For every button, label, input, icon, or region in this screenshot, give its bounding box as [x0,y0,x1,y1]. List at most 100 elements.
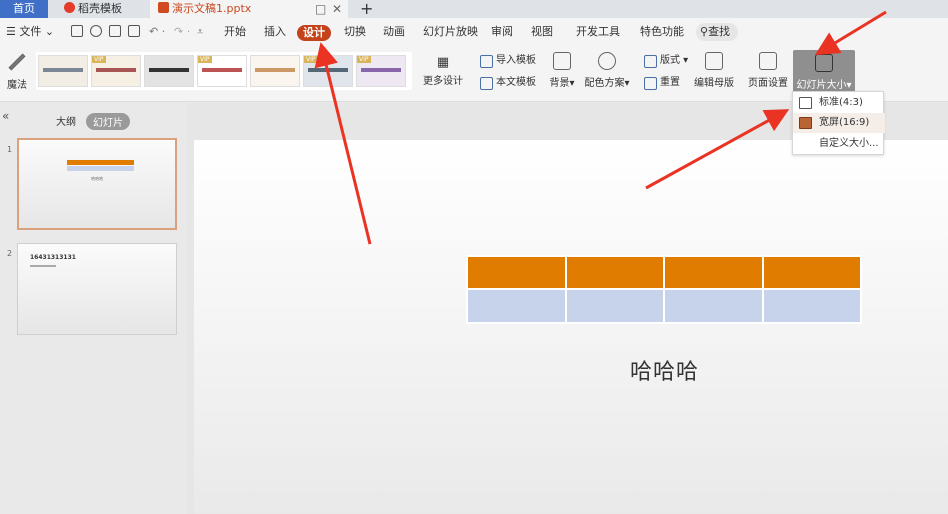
slide-editing-canvas: 哈哈哈 [186,103,948,514]
document-tab-bar: 首页 稻壳模板 演示文稿1.pptx □ ✕ + [0,0,948,18]
design-thumb[interactable] [38,55,88,87]
page-setup-button[interactable]: 页面设置 [746,52,790,89]
widescreen-16-9-option[interactable]: 宽屏(16:9) [793,113,885,133]
page-setup-icon [759,52,777,70]
slide-number: 1 [7,145,13,154]
slide-size-label: 幻灯片大小 [796,80,847,91]
slide-table[interactable] [466,255,862,324]
grid-icon: ▦ [436,55,450,70]
menu-features[interactable]: 特色功能 [640,24,684,40]
menu-animation[interactable]: 动画 [383,24,405,40]
thumb-table-header [67,160,134,165]
design-thumb[interactable] [144,55,194,87]
format-painter-icon[interactable] [90,25,102,37]
color-scheme-icon [598,52,616,70]
undo-icon[interactable]: ↶ · [149,24,165,40]
table-cell[interactable] [466,255,567,290]
menu-start[interactable]: 开始 [224,24,246,40]
table-cell[interactable] [663,255,764,290]
tab-document-label: 演示文稿1.pptx [172,2,252,15]
design-thumb[interactable]: VIP [197,55,247,87]
save-icon[interactable] [71,25,83,37]
close-tab-icon[interactable]: ✕ [332,0,342,18]
design-thumb[interactable]: VIP [356,55,406,87]
reset-button[interactable]: 重置 [644,75,680,91]
search-icon: ⚲ [700,25,709,38]
custom-size-option[interactable]: 自定义大小... [793,134,885,154]
design-thumb[interactable] [250,55,300,87]
widescreen-ratio-icon [799,117,812,129]
new-tab-icon[interactable]: + [360,0,373,18]
table-cell[interactable] [466,288,567,324]
background-label: 背景 [549,78,570,89]
slide-thumbnail-panel: « 大纲 幻灯片 1 哈哈哈 2 16431313131 [0,103,186,514]
background-button[interactable]: 背景▾ [546,52,578,89]
slide-size-icon [815,54,833,72]
magic-wand-icon [8,53,26,71]
magic-button[interactable]: 魔法 [4,52,30,91]
tab-home[interactable]: 首页 [0,0,48,18]
thumb-title: 16431313131 [30,254,76,261]
edit-master-button[interactable]: 编辑母版 [692,52,736,89]
presentation-file-icon [158,2,169,13]
menu-design[interactable]: 设计 [297,25,331,41]
file-menu-label: 文件 [19,25,42,38]
slide-size-button[interactable]: 幻灯片大小▾ [793,50,855,94]
table-cell[interactable] [663,288,764,324]
standard-4-3-option[interactable]: 标准(4:3) [793,93,885,113]
edit-master-label: 编辑母版 [694,78,734,89]
this-template-button[interactable]: 本文模板 [480,75,536,91]
menu-transition[interactable]: 切换 [344,24,366,40]
menu-bar: ☰ 文件 ⌄ ↶ · ↷ · ⩡ 开始 插入 设计 切换 动画 幻灯片放映 审阅… [0,18,948,46]
slide-text-box[interactable]: 哈哈哈 [630,354,699,386]
widescreen-option-label: 宽屏(16:9) [819,117,870,128]
tab-template[interactable]: 稻壳模板 [58,0,146,18]
customize-toolbar-icon[interactable]: ⩡ [197,24,203,40]
more-design-button[interactable]: ▦ 更多设计 [421,55,465,88]
thumb-caption: 哈哈哈 [91,176,103,181]
slide-thumbnail-2[interactable]: 16431313131 [17,243,177,335]
template-logo-icon [64,2,75,13]
color-scheme-button[interactable]: 配色方案▾ [582,52,632,89]
tab-outline[interactable]: 大纲 [56,113,76,128]
design-template-gallery: VIP VIP VIP VIP [36,52,412,90]
layout-label: 版式 [660,55,680,66]
magic-label: 魔法 [7,80,27,91]
menu-slideshow[interactable]: 幻灯片放映 [423,24,478,40]
more-design-label: 更多设计 [423,76,463,87]
slide-thumbnail-1[interactable]: 哈哈哈 [17,138,177,230]
page-setup-label: 页面设置 [748,78,788,89]
print-preview-icon[interactable] [128,25,140,37]
thumb-table-row [67,166,134,171]
tab-template-label: 稻壳模板 [78,2,122,15]
design-thumb[interactable]: VIP [91,55,141,87]
layout-button[interactable]: 版式 ▾ [644,53,688,69]
table-cell[interactable] [564,288,665,324]
import-template-button[interactable]: 导入模板 [480,53,536,69]
menu-view[interactable]: 视图 [531,24,553,40]
search-label: 查找 [708,25,731,38]
table-cell[interactable] [761,288,862,324]
standard-option-label: 标准(4:3) [819,97,863,108]
search-box[interactable]: ⚲查找 [696,23,738,41]
current-slide[interactable]: 哈哈哈 [194,140,948,514]
menu-developer[interactable]: 开发工具 [576,24,620,40]
thumb-body-line [30,265,56,267]
color-scheme-label: 配色方案 [584,78,625,89]
tab-slides[interactable]: 幻灯片 [86,113,130,130]
standard-ratio-icon [799,97,812,109]
menu-insert[interactable]: 插入 [264,24,286,40]
restore-tab-icon[interactable]: □ [315,0,326,18]
menu-review[interactable]: 审阅 [491,24,513,40]
print-icon[interactable] [109,25,121,37]
redo-icon[interactable]: ↷ · [174,24,190,40]
background-icon [553,52,571,70]
file-menu[interactable]: ☰ 文件 ⌄ [6,24,54,40]
table-cell[interactable] [564,255,665,290]
table-cell[interactable] [761,255,862,290]
slide-size-dropdown: 标准(4:3) 宽屏(16:9) 自定义大小... [792,91,885,155]
collapse-panel-icon[interactable]: « [2,109,9,123]
table-row [466,288,862,324]
table-header-row [466,255,862,290]
design-thumb[interactable]: VIP [303,55,353,87]
